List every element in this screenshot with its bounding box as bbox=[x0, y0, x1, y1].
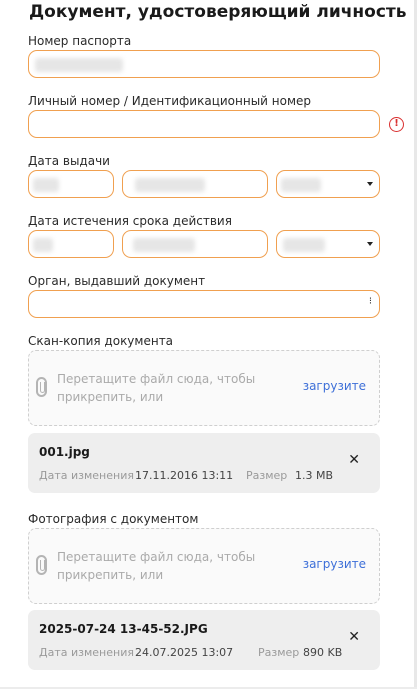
expiry-day-select[interactable] bbox=[28, 230, 114, 258]
size-value: 1.3 MB bbox=[295, 469, 334, 482]
redacted-value bbox=[35, 58, 123, 72]
photo-dropzone[interactable]: Перетащите файл сюда, чтобы прикрепить, … bbox=[28, 528, 380, 604]
chevron-down-icon bbox=[367, 242, 373, 246]
dropzone-hint: Перетащите файл сюда, чтобы прикрепить, … bbox=[57, 548, 255, 584]
redacted-value bbox=[281, 178, 321, 192]
redacted-value bbox=[283, 238, 325, 252]
issue-year-select[interactable] bbox=[276, 170, 380, 198]
redacted-value bbox=[133, 238, 195, 252]
issue-date-label: Дата выдачи bbox=[28, 154, 110, 168]
redacted-value bbox=[33, 178, 59, 192]
expiry-date-label: Дата истечения срока действия bbox=[28, 214, 232, 228]
more-vertical-icon[interactable]: ⁝ bbox=[369, 296, 372, 307]
dropzone-hint-line: Перетащите файл сюда, чтобы bbox=[57, 372, 256, 386]
modified-value: 17.11.2016 13:11 bbox=[135, 469, 234, 482]
redacted-value bbox=[33, 238, 53, 252]
scan-copy-label: Скан-копия документа bbox=[28, 334, 174, 348]
section-title: Документ, удостоверяющий личность bbox=[29, 2, 407, 22]
chevron-down-icon bbox=[367, 182, 373, 186]
remove-file-icon[interactable]: ✕ bbox=[348, 452, 360, 468]
attached-file-card: 2025-07-24 13-45-52.JPG Дата изменения 2… bbox=[28, 610, 380, 670]
issue-month-select[interactable] bbox=[122, 170, 268, 198]
modified-label: Дата изменения bbox=[39, 469, 134, 482]
size-label: Размер bbox=[246, 469, 288, 482]
passport-number-label: Номер паспорта bbox=[28, 34, 132, 48]
personal-number-field[interactable] bbox=[28, 110, 380, 138]
modified-label: Дата изменения bbox=[39, 646, 134, 659]
paperclip-icon bbox=[36, 555, 47, 575]
dropzone-hint-line: Перетащите файл сюда, чтобы bbox=[57, 550, 256, 564]
dropzone-hint-line: прикрепить, или bbox=[57, 568, 164, 582]
expiry-month-select[interactable] bbox=[122, 230, 268, 258]
scan-dropzone[interactable]: Перетащите файл сюда, чтобы прикрепить, … bbox=[28, 350, 380, 426]
personal-number-label: Личный номер / Идентификационный номер bbox=[28, 94, 312, 108]
alert-circle-icon: ! bbox=[389, 117, 404, 132]
expiry-year-select[interactable] bbox=[276, 230, 380, 258]
modified-value: 24.07.2025 13:07 bbox=[135, 646, 234, 659]
authority-label: Орган, выдавший документ bbox=[28, 274, 206, 288]
issue-day-select[interactable] bbox=[28, 170, 114, 198]
photo-label: Фотография с документом bbox=[28, 512, 199, 526]
dropzone-hint: Перетащите файл сюда, чтобы прикрепить, … bbox=[57, 370, 255, 406]
remove-file-icon[interactable]: ✕ bbox=[348, 629, 360, 645]
size-value: 890 KB bbox=[303, 646, 343, 659]
dropzone-hint-line: прикрепить, или bbox=[57, 390, 164, 404]
file-name: 001.jpg bbox=[39, 445, 90, 459]
upload-link[interactable]: загрузите bbox=[303, 379, 366, 393]
redacted-value bbox=[135, 178, 205, 192]
size-label: Размер bbox=[258, 646, 300, 659]
file-name: 2025-07-24 13-45-52.JPG bbox=[39, 622, 208, 636]
paperclip-icon bbox=[36, 377, 47, 397]
authority-field[interactable]: ⁝ bbox=[28, 290, 380, 318]
upload-link[interactable]: загрузите bbox=[303, 557, 366, 571]
attached-file-card: 001.jpg Дата изменения 17.11.2016 13:11 … bbox=[28, 433, 380, 493]
passport-number-field[interactable] bbox=[28, 50, 380, 78]
